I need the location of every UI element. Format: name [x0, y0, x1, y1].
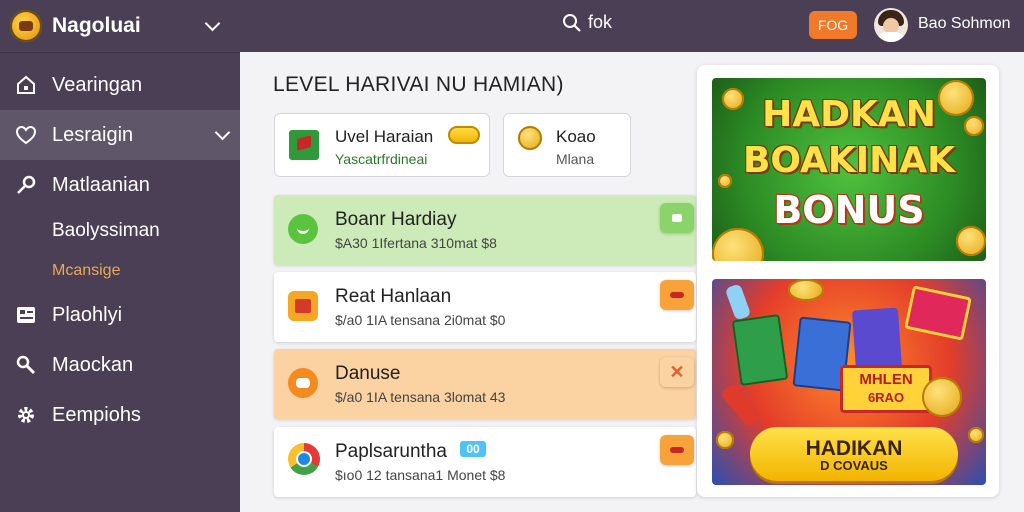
- sidebar-item-label: Lesraigin: [52, 123, 134, 146]
- brand-title: Nagoluai: [52, 14, 141, 37]
- sign-text: 6RAO: [867, 390, 905, 405]
- list-item-subtitle: $/a0 1IA tensana 3lomat 43: [335, 389, 506, 405]
- sidebar-item-lesraigin[interactable]: Lesraigin: [0, 110, 240, 160]
- info-card-koao[interactable]: Koao Mlana: [503, 113, 631, 177]
- sidebar-item-eempiohs[interactable]: Eempiohs: [0, 390, 240, 440]
- chat-icon: [288, 368, 318, 398]
- list-item[interactable]: Boanr Hardiay $A30 1Ifertana 310mat $8: [274, 195, 696, 265]
- username[interactable]: Bao Sohmon: [918, 15, 1011, 33]
- info-card-title: Uvel Haraian: [335, 127, 434, 146]
- coin-icon: [788, 279, 824, 301]
- sidebar-item-label: Eempiohs: [52, 403, 141, 426]
- list-item-subtitle: $/a0 1IA tensana 2i0mat $0: [335, 312, 506, 328]
- list-item-title: Paplsaruntha: [335, 441, 447, 462]
- sidebar-item-label: Matlaanian: [52, 173, 150, 196]
- coin-icon: [712, 228, 764, 261]
- message-bubble-icon[interactable]: ✕: [660, 357, 694, 387]
- sign-board: MHLEN 6RAO: [840, 365, 932, 413]
- bottle-icon: [719, 382, 763, 428]
- page-title: LEVEL HARIVAI NU HAMIAN): [273, 73, 564, 96]
- brand-header[interactable]: Nagoluai: [0, 0, 240, 53]
- sidebar-item-label: Maockan: [52, 353, 134, 376]
- cta-subtitle: D COVAUS: [820, 458, 888, 473]
- brand-logo-icon: [10, 10, 42, 42]
- sidebar-item-vearingan[interactable]: Vearingan: [0, 60, 240, 110]
- list-item[interactable]: Reat Hanlaan $/a0 1IA tensana 2i0mat $0: [274, 272, 696, 342]
- info-card-subtitle: Yascatrfrdineai: [335, 151, 428, 167]
- product-box-icon: [851, 307, 903, 373]
- banner-headline: HADKAN: [762, 94, 936, 135]
- sidebar-item-maockan[interactable]: Maockan: [0, 340, 240, 390]
- list-item-title: Danuse: [335, 363, 401, 384]
- gear-icon: [14, 403, 38, 427]
- search-icon: [563, 13, 581, 32]
- top-bar: fok FOG Bao Sohmon: [240, 0, 1024, 52]
- list-item-title: Boanr Hardiay: [335, 209, 457, 230]
- product-box-icon: [904, 285, 972, 341]
- message-bubble-icon[interactable]: [660, 280, 694, 310]
- sidebar-subitem-mcansige[interactable]: Mcansige: [0, 252, 240, 290]
- cta-button[interactable]: HADIKAN D COVAUS: [750, 427, 958, 481]
- chat-icon: [288, 214, 318, 244]
- coin-icon: [716, 431, 734, 449]
- list-item-title: Reat Hanlaan: [335, 286, 452, 307]
- sidebar: Nagoluai Vearingan Lesraigin Matlaanian …: [0, 0, 240, 512]
- link-icon: [14, 353, 38, 377]
- chevron-down-icon: [214, 124, 231, 141]
- sidebar-item-label: Vearingan: [52, 73, 143, 96]
- list-item-badge: 00: [460, 441, 486, 457]
- info-card-level[interactable]: Uvel Haraian Yascatrfrdineai: [274, 113, 490, 177]
- sidebar-item-plaohlyi[interactable]: Plaohlyi: [0, 290, 240, 340]
- sidebar-item-matlaanian[interactable]: Matlaanian: [0, 160, 240, 210]
- sidebar-subitem-baolyssiman[interactable]: Baolyssiman: [0, 210, 240, 252]
- banner-headline: BOAKINAK: [742, 140, 956, 181]
- promo-banner[interactable]: MHLEN 6RAO HADIKAN D COVAUS: [712, 279, 986, 485]
- coin-icon: [968, 427, 984, 443]
- home-icon: [14, 73, 38, 97]
- banner-bonus-label: BONUS: [773, 188, 925, 232]
- avatar[interactable]: [874, 8, 908, 42]
- coin-icon: [518, 126, 542, 150]
- search-text: fok: [588, 12, 613, 32]
- status-badge[interactable]: FOG: [809, 11, 857, 39]
- list-icon: [14, 303, 38, 327]
- flag-icon: [289, 130, 319, 160]
- list-item[interactable]: Danuse $/a0 1IA tensana 3lomat 43 ✕: [274, 349, 696, 419]
- message-bubble-icon[interactable]: [660, 203, 694, 233]
- search-box[interactable]: fok: [562, 12, 612, 33]
- chevron-down-icon[interactable]: [204, 15, 221, 32]
- sign-text: MHLEN: [859, 371, 913, 388]
- info-card-subtitle: Mlana: [556, 151, 595, 167]
- list-item[interactable]: Paplsaruntha 00 $ıo0 12 tansana1 Monet $…: [274, 427, 696, 497]
- info-card-title: Koao: [556, 127, 596, 146]
- product-box-icon: [731, 313, 789, 387]
- browser-icon: [288, 443, 320, 475]
- coin-badge-icon: [448, 126, 480, 144]
- bonus-banner[interactable]: HADKAN BOAKINAK BONUS: [712, 78, 986, 261]
- promo-panel: HADKAN BOAKINAK BONUS MHLEN 6RAO HADIKAN…: [697, 65, 999, 497]
- bottle-icon: [724, 283, 752, 321]
- key-icon: [14, 173, 38, 197]
- heart-icon: [14, 123, 38, 147]
- gift-icon: [288, 291, 318, 321]
- sidebar-item-label: Plaohlyi: [52, 303, 123, 326]
- list-item-subtitle: $ıo0 12 tansana1 Monet $8: [335, 467, 506, 483]
- list-item-subtitle: $A30 1Ifertana 310mat $8: [335, 235, 497, 251]
- coin-icon: [922, 377, 962, 417]
- message-bubble-icon[interactable]: [660, 435, 694, 465]
